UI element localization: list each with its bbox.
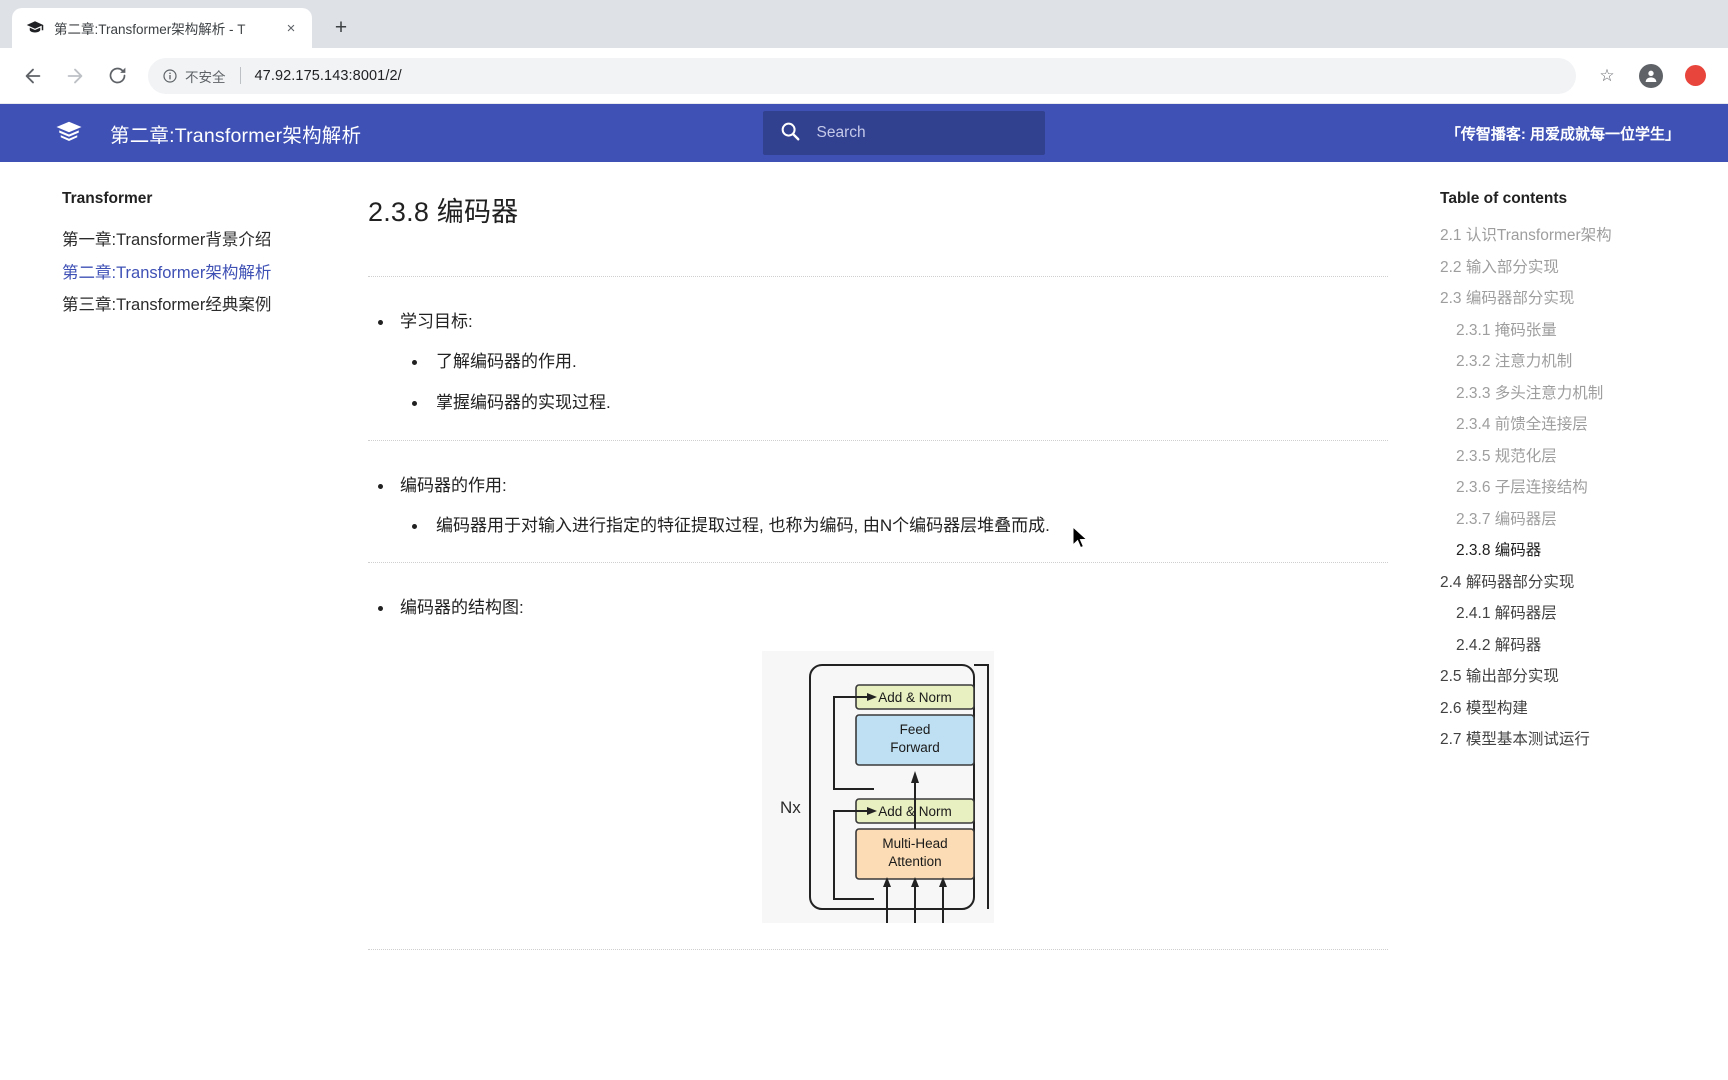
list-item: 学习目标: 了解编码器的作用. 掌握编码器的实现过程. (368, 309, 1388, 416)
address-bar[interactable]: 不安全 47.92.175.143:8001/2/ (148, 57, 1576, 94)
insecure-label: 不安全 (185, 69, 226, 85)
search-icon (779, 120, 801, 147)
section-divider (368, 440, 1388, 442)
list-item: 编码器用于对输入进行指定的特征提取过程, 也称为编码, 由N个编码器层堆叠而成. (400, 513, 1388, 539)
sidebar-item-chapter-1[interactable]: 第一章:Transformer背景介绍 (62, 224, 368, 257)
reload-icon[interactable] (98, 57, 136, 95)
encoder-structure-list: 编码器的结构图: (368, 595, 1388, 621)
search-container (762, 111, 1045, 155)
table-of-contents: Table of contents 2.1 认识Transformer架构 2.… (1428, 162, 1728, 1080)
nx-label: Nx (780, 798, 801, 817)
toc-item-2-3-1[interactable]: 2.3.1 掩码张量 (1440, 315, 1728, 347)
block-label-feed: Feed (900, 722, 931, 737)
section-divider (368, 561, 1388, 563)
search-box[interactable] (762, 111, 1045, 155)
block-label-forward: Forward (890, 740, 940, 755)
browser-toolbar: 不安全 47.92.175.143:8001/2/ ☆ (0, 48, 1728, 104)
browser-tab[interactable]: 第二章:Transformer架构解析 - T × (12, 8, 312, 48)
toolbar-right: ☆ (1588, 57, 1714, 95)
encoder-role-list: 编码器的作用: 编码器用于对输入进行指定的特征提取过程, 也称为编码, 由N个编… (368, 473, 1388, 540)
bullet-text: 编码器的结构图: (400, 597, 524, 617)
toc-item-2-4-2[interactable]: 2.4.2 解码器 (1440, 630, 1728, 662)
section-divider (368, 949, 1388, 951)
toc-item-2-6[interactable]: 2.6 模型构建 (1440, 693, 1728, 725)
sub-list: 了解编码器的作用. 掌握编码器的实现过程. (400, 349, 1388, 416)
toc-item-2-4-1[interactable]: 2.4.1 解码器层 (1440, 598, 1728, 630)
web-page: 第二章:Transformer架构解析 「传智播客: 用爱成就每一位学生」 Tr… (0, 104, 1728, 1080)
toc-item-2-3-6[interactable]: 2.3.6 子层连接结构 (1440, 472, 1728, 504)
profile-avatar[interactable] (1632, 57, 1670, 95)
bullet-text: 编码器的作用: (400, 476, 507, 496)
block-label-add-norm-top: Add & Norm (878, 690, 952, 705)
block-label-attention: Attention (888, 854, 941, 869)
page-body: Transformer 第一章:Transformer背景介绍 第二章:Tran… (0, 162, 1728, 1080)
browser-window: 第二章:Transformer架构解析 - T × + 不安全 47.92.17… (0, 0, 1728, 1080)
toc-item-2-4[interactable]: 2.4 解码器部分实现 (1440, 567, 1728, 599)
nav-section-title: Transformer (62, 190, 153, 207)
toc-item-2-7[interactable]: 2.7 模型基本测试运行 (1440, 724, 1728, 756)
sidebar-item-chapter-3[interactable]: 第三章:Transformer经典案例 (62, 289, 368, 322)
primary-navigation: Transformer 第一章:Transformer背景介绍 第二章:Tran… (0, 162, 368, 1080)
list-item: 编码器的作用: 编码器用于对输入进行指定的特征提取过程, 也称为编码, 由N个编… (368, 473, 1388, 540)
toc-item-2-3-8[interactable]: 2.3.8 编码器 (1440, 535, 1728, 567)
toc-item-2-3-2[interactable]: 2.3.2 注意力机制 (1440, 346, 1728, 378)
forward-icon[interactable] (56, 57, 94, 95)
sidebar-item-chapter-2[interactable]: 第二章:Transformer架构解析 (62, 257, 368, 290)
section-divider (368, 276, 1388, 277)
toc-item-2-2[interactable]: 2.2 输入部分实现 (1440, 252, 1728, 284)
bullet-text: 学习目标: (400, 312, 473, 331)
toc-item-2-1[interactable]: 2.1 认识Transformer架构 (1440, 220, 1728, 252)
book-logo-icon[interactable] (54, 118, 84, 148)
main-content: 2.3.8 编码器 学习目标: 了解编码器的作用. 掌握编码器的实现过程. 编码… (368, 162, 1428, 1080)
search-input[interactable] (816, 124, 1029, 142)
transformer-encoder-diagram: Nx Add & Norm Feed Forward Add & Norm Mu… (762, 651, 994, 924)
toc-item-2-3-3[interactable]: 2.3.3 多头注意力机制 (1440, 378, 1728, 410)
block-label-multi-head: Multi-Head (882, 836, 947, 851)
toc-item-2-3-5[interactable]: 2.3.5 规范化层 (1440, 441, 1728, 473)
list-item: 掌握编码器的实现过程. (400, 390, 1388, 416)
extension-icon[interactable] (1676, 57, 1714, 95)
new-tab-button[interactable]: + (324, 11, 358, 45)
toc-item-2-3-7[interactable]: 2.3.7 编码器层 (1440, 504, 1728, 536)
site-header: 第二章:Transformer架构解析 「传智播客: 用爱成就每一位学生」 (0, 104, 1728, 162)
sub-list: 编码器用于对输入进行指定的特征提取过程, 也称为编码, 由N个编码器层堆叠而成. (400, 513, 1388, 539)
bookmark-star-icon[interactable]: ☆ (1588, 57, 1626, 95)
toc-title: Table of contents (1440, 190, 1568, 207)
toc-item-2-5[interactable]: 2.5 输出部分实现 (1440, 661, 1728, 693)
site-info-button[interactable]: 不安全 (162, 66, 226, 86)
toc-item-2-3-4[interactable]: 2.3.4 前馈全连接层 (1440, 409, 1728, 441)
learning-objectives-list: 学习目标: 了解编码器的作用. 掌握编码器的实现过程. (368, 309, 1388, 416)
close-icon[interactable]: × (280, 17, 302, 39)
page-title: 第二章:Transformer架构解析 (110, 124, 362, 147)
list-item: 编码器的结构图: (368, 595, 1388, 621)
tab-title: 第二章:Transformer架构解析 - T (54, 22, 246, 37)
back-icon[interactable] (14, 57, 52, 95)
toc-item-2-3[interactable]: 2.3 编码器部分实现 (1440, 283, 1728, 315)
figure-container: Nx Add & Norm Feed Forward Add & Norm Mu… (368, 651, 1388, 924)
site-slogan: 「传智播客: 用爱成就每一位学生」 (1445, 125, 1680, 143)
url-text: 47.92.175.143:8001/2/ (254, 67, 402, 84)
graduation-cap-icon (26, 19, 44, 37)
tab-strip: 第二章:Transformer架构解析 - T × + (0, 0, 1728, 48)
doc-heading: 2.3.8 编码器 (368, 197, 519, 227)
list-item: 了解编码器的作用. (400, 349, 1388, 375)
omnibox-divider (239, 67, 241, 84)
